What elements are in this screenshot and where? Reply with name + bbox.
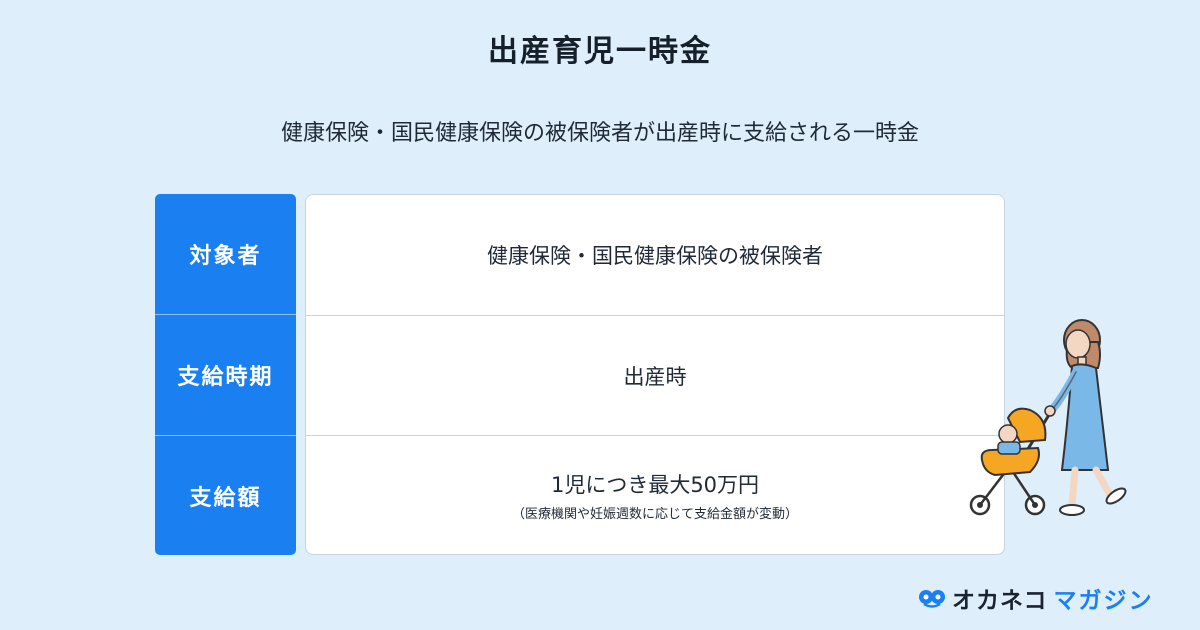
label-amount: 支給額: [189, 486, 262, 511]
label-timing: 支給時期: [177, 365, 274, 390]
value-amount: 1児につき最大50万円 （医療機関や妊娠週数に応じて支給金額が変動）: [306, 435, 1004, 554]
label-column: 対象者 支給時期 支給額: [155, 194, 296, 555]
info-table: 対象者 支給時期 支給額 健康保険・国民健康保険の被保険者 出産時 1児につき最…: [155, 194, 1005, 555]
value-eligible-text: 健康保険・国民健康保険の被保険者: [487, 244, 823, 268]
brand-logo: オカネコ マガジン: [918, 582, 1154, 614]
label-eligible: 対象者: [189, 244, 262, 269]
value-amount-note: （医療機関や妊娠週数に応じて支給金額が変動）: [511, 506, 798, 522]
brand-name: オカネコ: [952, 588, 1048, 614]
brand-subname: マガジン: [1053, 588, 1154, 614]
page-subtitle: 健康保険・国民健康保険の被保険者が出産時に支給される一時金: [280, 121, 919, 146]
page-title: 出産育児一時金: [488, 34, 712, 69]
value-eligible: 健康保険・国民健康保険の被保険者: [306, 195, 1004, 315]
value-timing: 出産時: [306, 316, 1004, 436]
okaneko-logo-icon: [918, 587, 946, 609]
value-timing-text: 出産時: [623, 365, 687, 389]
value-column: 健康保険・国民健康保険の被保険者 出産時 1児につき最大50万円 （医療機関や妊…: [305, 194, 1005, 555]
value-amount-text: 1児につき最大50万円: [550, 472, 760, 497]
mother-with-stroller-illustration: [960, 310, 1150, 525]
